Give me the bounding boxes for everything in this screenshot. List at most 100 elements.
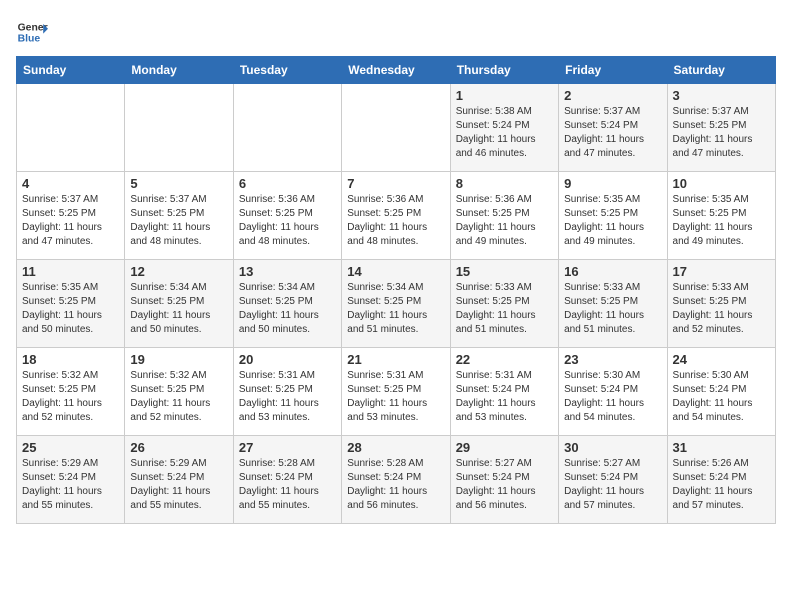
calendar-cell: 14 Sunrise: 5:34 AM Sunset: 5:25 PM Dayli…: [342, 260, 450, 348]
cell-text: Sunrise: 5:34 AM Sunset: 5:25 PM Dayligh…: [130, 281, 227, 337]
calendar-cell: 30 Sunrise: 5:27 AM Sunset: 5:24 PM Dayli…: [559, 436, 667, 524]
cell-text: Sunrise: 5:27 AM Sunset: 5:24 PM Dayligh…: [456, 457, 553, 513]
cell-text: Sunrise: 5:36 AM Sunset: 5:25 PM Dayligh…: [456, 193, 553, 249]
day-number: 7: [347, 176, 444, 191]
calendar-cell: 29 Sunrise: 5:27 AM Sunset: 5:24 PM Dayli…: [450, 436, 558, 524]
cell-text: Sunrise: 5:33 AM Sunset: 5:25 PM Dayligh…: [673, 281, 770, 337]
calendar-cell: 4 Sunrise: 5:37 AM Sunset: 5:25 PM Daylig…: [17, 172, 125, 260]
calendar-cell: 5 Sunrise: 5:37 AM Sunset: 5:25 PM Daylig…: [125, 172, 233, 260]
calendar-cell: [17, 84, 125, 172]
calendar-cell: 16 Sunrise: 5:33 AM Sunset: 5:25 PM Dayli…: [559, 260, 667, 348]
day-number: 12: [130, 264, 227, 279]
day-number: 25: [22, 440, 119, 455]
cell-text: Sunrise: 5:37 AM Sunset: 5:25 PM Dayligh…: [673, 105, 770, 161]
logo: General Blue: [16, 16, 48, 48]
logo-icon: General Blue: [16, 16, 48, 48]
cell-text: Sunrise: 5:34 AM Sunset: 5:25 PM Dayligh…: [347, 281, 444, 337]
cell-text: Sunrise: 5:28 AM Sunset: 5:24 PM Dayligh…: [239, 457, 336, 513]
day-number: 14: [347, 264, 444, 279]
calendar-cell: 21 Sunrise: 5:31 AM Sunset: 5:25 PM Dayli…: [342, 348, 450, 436]
calendar-cell: 20 Sunrise: 5:31 AM Sunset: 5:25 PM Dayli…: [233, 348, 341, 436]
day-number: 21: [347, 352, 444, 367]
svg-text:Blue: Blue: [18, 34, 41, 45]
week-row-1: 1 Sunrise: 5:38 AM Sunset: 5:24 PM Daylig…: [17, 84, 776, 172]
day-number: 3: [673, 88, 770, 103]
weekday-header-thursday: Thursday: [450, 57, 558, 84]
calendar-cell: 3 Sunrise: 5:37 AM Sunset: 5:25 PM Daylig…: [667, 84, 775, 172]
cell-text: Sunrise: 5:31 AM Sunset: 5:25 PM Dayligh…: [347, 369, 444, 425]
day-number: 13: [239, 264, 336, 279]
weekday-header-saturday: Saturday: [667, 57, 775, 84]
calendar-cell: 1 Sunrise: 5:38 AM Sunset: 5:24 PM Daylig…: [450, 84, 558, 172]
cell-text: Sunrise: 5:36 AM Sunset: 5:25 PM Dayligh…: [347, 193, 444, 249]
cell-text: Sunrise: 5:38 AM Sunset: 5:24 PM Dayligh…: [456, 105, 553, 161]
day-number: 16: [564, 264, 661, 279]
calendar-cell: 9 Sunrise: 5:35 AM Sunset: 5:25 PM Daylig…: [559, 172, 667, 260]
day-number: 15: [456, 264, 553, 279]
week-row-4: 18Sunrise: 5:32 AM Sunset: 5:25 PM Dayli…: [17, 348, 776, 436]
day-number: 29: [456, 440, 553, 455]
weekday-header-wednesday: Wednesday: [342, 57, 450, 84]
calendar-cell: 13 Sunrise: 5:34 AM Sunset: 5:25 PM Dayli…: [233, 260, 341, 348]
calendar-cell: [342, 84, 450, 172]
calendar-cell: 12 Sunrise: 5:34 AM Sunset: 5:25 PM Dayli…: [125, 260, 233, 348]
calendar-cell: 22Sunrise: 5:31 AM Sunset: 5:24 PM Dayli…: [450, 348, 558, 436]
cell-text: Sunrise: 5:32 AM Sunset: 5:25 PM Dayligh…: [22, 369, 119, 425]
cell-text: Sunrise: 5:35 AM Sunset: 5:25 PM Dayligh…: [22, 281, 119, 337]
calendar-cell: 7 Sunrise: 5:36 AM Sunset: 5:25 PM Daylig…: [342, 172, 450, 260]
week-row-3: 11 Sunrise: 5:35 AM Sunset: 5:25 PM Dayli…: [17, 260, 776, 348]
calendar-cell: 17 Sunrise: 5:33 AM Sunset: 5:25 PM Dayli…: [667, 260, 775, 348]
day-number: 17: [673, 264, 770, 279]
calendar-cell: 2 Sunrise: 5:37 AM Sunset: 5:24 PM Daylig…: [559, 84, 667, 172]
day-number: 26: [130, 440, 227, 455]
calendar-cell: 6 Sunrise: 5:36 AM Sunset: 5:25 PM Daylig…: [233, 172, 341, 260]
calendar-cell: [125, 84, 233, 172]
weekday-header-monday: Monday: [125, 57, 233, 84]
weekday-header-friday: Friday: [559, 57, 667, 84]
cell-text: Sunrise: 5:30 AM Sunset: 5:24 PM Dayligh…: [673, 369, 770, 425]
cell-text: Sunrise: 5:36 AM Sunset: 5:25 PM Dayligh…: [239, 193, 336, 249]
week-row-5: 25 Sunrise: 5:29 AM Sunset: 5:24 PM Dayli…: [17, 436, 776, 524]
day-number: 6: [239, 176, 336, 191]
day-number: 24: [673, 352, 770, 367]
day-number: 2: [564, 88, 661, 103]
weekday-header-tuesday: Tuesday: [233, 57, 341, 84]
calendar-cell: 23Sunrise: 5:30 AM Sunset: 5:24 PM Dayli…: [559, 348, 667, 436]
cell-text: Sunrise: 5:37 AM Sunset: 5:25 PM Dayligh…: [22, 193, 119, 249]
cell-text: Sunrise: 5:33 AM Sunset: 5:25 PM Dayligh…: [456, 281, 553, 337]
calendar-cell: 15 Sunrise: 5:33 AM Sunset: 5:25 PM Dayli…: [450, 260, 558, 348]
day-number: 30: [564, 440, 661, 455]
header: General Blue: [16, 16, 776, 48]
calendar-cell: 8Sunrise: 5:36 AM Sunset: 5:25 PM Daylig…: [450, 172, 558, 260]
cell-text: Sunrise: 5:37 AM Sunset: 5:25 PM Dayligh…: [130, 193, 227, 249]
day-number: 31: [673, 440, 770, 455]
week-row-2: 4 Sunrise: 5:37 AM Sunset: 5:25 PM Daylig…: [17, 172, 776, 260]
cell-text: Sunrise: 5:26 AM Sunset: 5:24 PM Dayligh…: [673, 457, 770, 513]
day-number: 11: [22, 264, 119, 279]
day-number: 9: [564, 176, 661, 191]
calendar-cell: 19 Sunrise: 5:32 AM Sunset: 5:25 PM Dayli…: [125, 348, 233, 436]
cell-text: Sunrise: 5:27 AM Sunset: 5:24 PM Dayligh…: [564, 457, 661, 513]
day-number: 19: [130, 352, 227, 367]
day-number: 20: [239, 352, 336, 367]
cell-text: Sunrise: 5:33 AM Sunset: 5:25 PM Dayligh…: [564, 281, 661, 337]
day-number: 1: [456, 88, 553, 103]
day-number: 27: [239, 440, 336, 455]
calendar-page: General Blue SundayMondayTuesdayWednesda…: [0, 0, 792, 540]
weekday-header-sunday: Sunday: [17, 57, 125, 84]
calendar-cell: 18Sunrise: 5:32 AM Sunset: 5:25 PM Dayli…: [17, 348, 125, 436]
calendar-table: SundayMondayTuesdayWednesdayThursdayFrid…: [16, 56, 776, 524]
cell-text: Sunrise: 5:34 AM Sunset: 5:25 PM Dayligh…: [239, 281, 336, 337]
calendar-cell: 24 Sunrise: 5:30 AM Sunset: 5:24 PM Dayli…: [667, 348, 775, 436]
calendar-cell: 10Sunrise: 5:35 AM Sunset: 5:25 PM Dayli…: [667, 172, 775, 260]
cell-text: Sunrise: 5:29 AM Sunset: 5:24 PM Dayligh…: [22, 457, 119, 513]
day-number: 4: [22, 176, 119, 191]
cell-text: Sunrise: 5:31 AM Sunset: 5:25 PM Dayligh…: [239, 369, 336, 425]
cell-text: Sunrise: 5:37 AM Sunset: 5:24 PM Dayligh…: [564, 105, 661, 161]
cell-text: Sunrise: 5:32 AM Sunset: 5:25 PM Dayligh…: [130, 369, 227, 425]
cell-text: Sunrise: 5:35 AM Sunset: 5:25 PM Dayligh…: [564, 193, 661, 249]
day-number: 23: [564, 352, 661, 367]
calendar-cell: 11 Sunrise: 5:35 AM Sunset: 5:25 PM Dayli…: [17, 260, 125, 348]
day-number: 5: [130, 176, 227, 191]
day-number: 22: [456, 352, 553, 367]
